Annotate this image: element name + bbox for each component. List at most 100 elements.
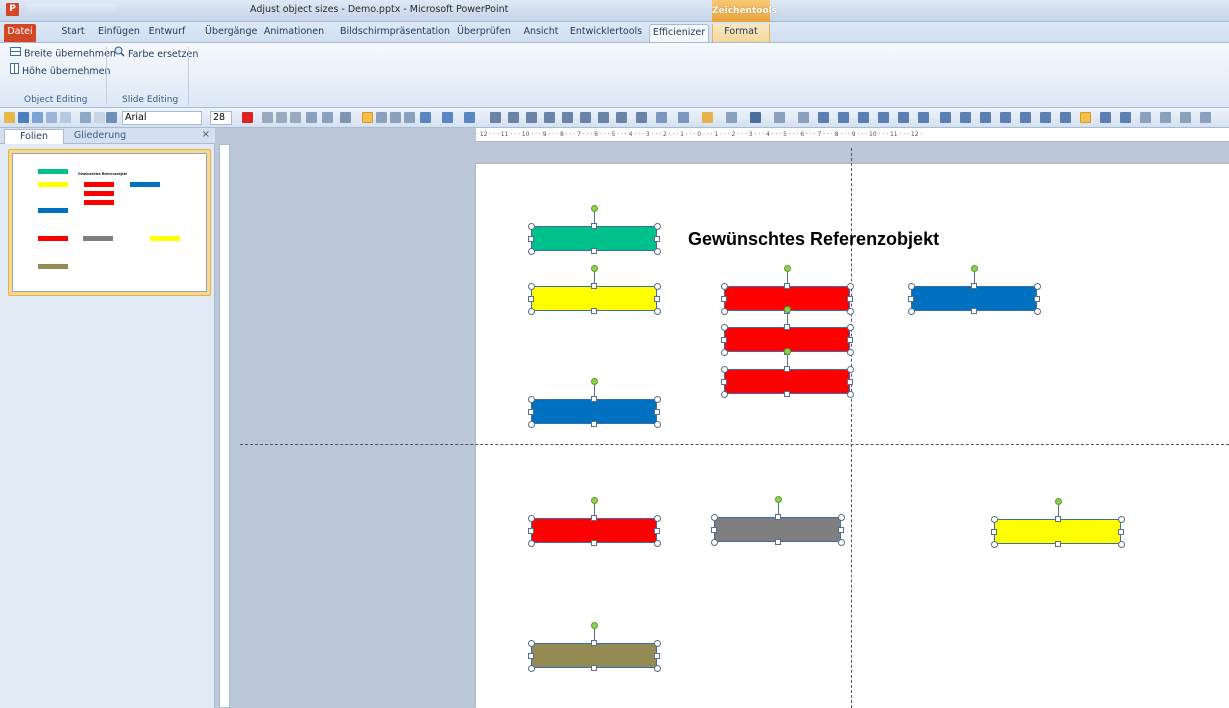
shape-gray-side-handle[interactable]: [774, 514, 781, 520]
shape-red-2-side-handle[interactable]: [721, 336, 727, 343]
rotate-icon[interactable]: [980, 112, 991, 123]
shape-yellow-2-side-handle[interactable]: [1054, 516, 1061, 522]
shape-blue-2-side-handle[interactable]: [591, 396, 597, 402]
align-center-icon[interactable]: [376, 112, 387, 123]
dash-style-icon[interactable]: [774, 112, 785, 123]
tab-start[interactable]: Start: [58, 24, 88, 42]
flip-icon[interactable]: [960, 112, 971, 123]
shape-blue-2-side-handle[interactable]: [528, 408, 534, 415]
shape-gray-corner-handle[interactable]: [711, 514, 718, 521]
shape-olive-corner-handle[interactable]: [654, 665, 661, 672]
slide-thumbnail[interactable]: Gewünschtes Referenzobjekt: [12, 153, 207, 292]
pen-icon[interactable]: [726, 112, 737, 123]
shape-blue-1-side-handle[interactable]: [971, 308, 977, 314]
shape-blue-1-corner-handle[interactable]: [1034, 283, 1041, 290]
shape-yellow-2-corner-handle[interactable]: [991, 541, 998, 548]
shape-red-2-side-handle[interactable]: [784, 324, 790, 330]
shape-blue-1-side-handle[interactable]: [908, 295, 914, 302]
shape-red-3-side-handle[interactable]: [784, 391, 790, 397]
shape-blue-2-side-handle[interactable]: [591, 421, 597, 427]
line-weight-icon[interactable]: [750, 112, 761, 123]
align-right-icon[interactable]: [390, 112, 401, 123]
align-left-icon[interactable]: [362, 112, 373, 123]
shape-red-1-corner-handle[interactable]: [721, 283, 728, 290]
shape-blue-2-corner-handle[interactable]: [528, 396, 535, 403]
farbe-ersetzen-button[interactable]: Farbe ersetzen: [114, 46, 198, 62]
tab-entwicklertools[interactable]: Entwicklertools: [568, 24, 644, 42]
shape-green-corner-handle[interactable]: [654, 248, 661, 255]
shape-gray-rotate-handle[interactable]: [774, 496, 782, 503]
shape-blue-1-side-handle[interactable]: [1034, 295, 1040, 302]
shape-yellow-1-side-handle[interactable]: [528, 295, 534, 302]
tab-animationen[interactable]: Animationen: [258, 24, 330, 42]
shape-blue-2-corner-handle[interactable]: [528, 421, 535, 428]
shape-green-corner-handle[interactable]: [528, 223, 535, 230]
shape-blue-2-corner-handle[interactable]: [654, 421, 661, 428]
numbering-icon[interactable]: [322, 112, 333, 123]
shape-yellow-2-corner-handle[interactable]: [1118, 541, 1125, 548]
format-painter-icon[interactable]: [94, 112, 105, 123]
shape-effects-icon[interactable]: [464, 112, 475, 123]
selection-icon[interactable]: [1060, 112, 1071, 123]
grid-icon[interactable]: [1120, 112, 1131, 123]
shape-blue-2-side-handle[interactable]: [654, 408, 660, 415]
ungroup-icon[interactable]: [598, 112, 609, 123]
tab-einfuegen[interactable]: Einfügen: [97, 24, 141, 42]
edit-points-icon[interactable]: [918, 112, 929, 123]
more-icon[interactable]: [1200, 112, 1211, 123]
shape-yellow-2-corner-handle[interactable]: [1118, 516, 1125, 523]
tab-format[interactable]: Format: [712, 24, 770, 42]
save-icon[interactable]: [18, 112, 29, 123]
close-icon[interactable]: ×: [202, 129, 210, 140]
shape-red-4-side-handle[interactable]: [591, 515, 597, 521]
hoehe-uebernehmen-button[interactable]: Höhe übernehmen: [10, 63, 110, 79]
shape-olive-rotate-handle[interactable]: [591, 622, 598, 629]
tab-ansicht[interactable]: Ansicht: [520, 24, 562, 42]
line-spacing-icon[interactable]: [340, 112, 351, 123]
curve-icon[interactable]: [878, 112, 889, 123]
shape-red-3-corner-handle[interactable]: [847, 391, 854, 398]
shape-red-4-side-handle[interactable]: [654, 527, 660, 534]
breite-uebernehmen-button[interactable]: Breite übernehmen: [10, 46, 116, 62]
shape-green-side-handle[interactable]: [591, 248, 597, 254]
font-color-icon[interactable]: [242, 112, 253, 123]
border-icon[interactable]: [80, 112, 91, 123]
shape-red-4-side-handle[interactable]: [528, 527, 534, 534]
tab-efficienizer[interactable]: Efficienizer: [649, 24, 709, 42]
connector-icon[interactable]: [838, 112, 849, 123]
slide-title[interactable]: Gewünschtes Referenzobjekt: [688, 229, 939, 250]
shape-red-4-corner-handle[interactable]: [654, 540, 661, 547]
shape-blue-2-rotate-handle[interactable]: [591, 378, 598, 385]
shape-blue-1-corner-handle[interactable]: [908, 283, 915, 290]
shape-red-3-corner-handle[interactable]: [847, 366, 854, 373]
shape-gray-corner-handle[interactable]: [838, 514, 845, 521]
shape-gray-corner-handle[interactable]: [711, 539, 718, 546]
shape-yellow-2-side-handle[interactable]: [1118, 528, 1124, 535]
shape-yellow-1-side-handle[interactable]: [654, 295, 660, 302]
shape-yellow-1-side-handle[interactable]: [591, 308, 597, 314]
shape-red-4-rotate-handle[interactable]: [591, 497, 598, 504]
shape-red-3-corner-handle[interactable]: [721, 391, 728, 398]
tab-folien[interactable]: Folien: [4, 129, 64, 144]
crop-icon[interactable]: [1000, 112, 1011, 123]
spelling-icon[interactable]: [106, 112, 117, 123]
chart-icon[interactable]: [1160, 112, 1171, 123]
horizontal-ruler[interactable]: · 12 · · · 11 · · · 10 · · · 9 · · · 8 ·…: [476, 128, 1229, 142]
view-icon[interactable]: [60, 112, 71, 123]
shape-red-4-corner-handle[interactable]: [528, 540, 535, 547]
shape-red-3-side-handle[interactable]: [721, 378, 727, 385]
superscript-icon[interactable]: [290, 112, 301, 123]
bring-forward-icon[interactable]: [616, 112, 627, 123]
send-backward-icon[interactable]: [636, 112, 647, 123]
shape-gray-side-handle[interactable]: [838, 526, 844, 533]
horizontal-guide[interactable]: [240, 444, 1229, 445]
shape-yellow-2-corner-handle[interactable]: [991, 516, 998, 523]
shape-green-corner-handle[interactable]: [654, 223, 661, 230]
bullets-icon[interactable]: [306, 112, 317, 123]
shape-yellow-1-corner-handle[interactable]: [528, 283, 535, 290]
shape-olive-corner-handle[interactable]: [528, 640, 535, 647]
vertical-ruler[interactable]: [219, 144, 230, 708]
shape-red-3-side-handle[interactable]: [784, 366, 790, 372]
shape-olive-side-handle[interactable]: [591, 640, 597, 646]
print-icon[interactable]: [32, 112, 43, 123]
